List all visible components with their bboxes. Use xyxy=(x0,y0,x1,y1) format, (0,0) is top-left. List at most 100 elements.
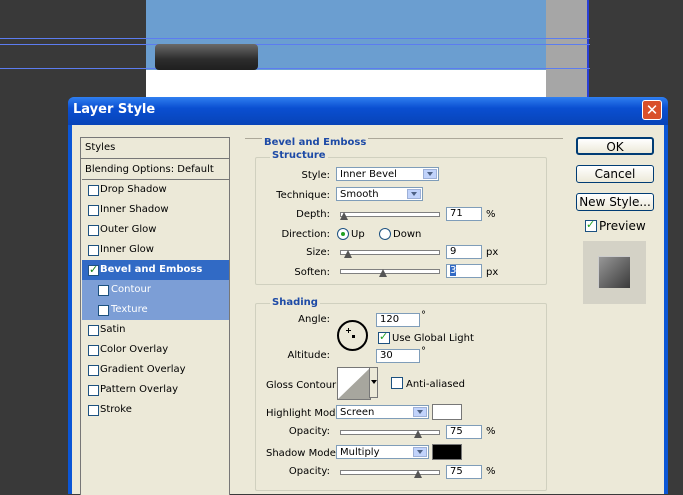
shadow-opacity-slider-track[interactable] xyxy=(340,470,440,475)
style-item-label: Stroke xyxy=(100,404,132,415)
depth-slider-track[interactable] xyxy=(340,212,440,217)
size-slider-thumb[interactable] xyxy=(343,250,352,258)
style-item[interactable]: Inner Glow xyxy=(82,240,229,260)
direction-up-label: Up xyxy=(351,229,365,240)
cancel-button[interactable]: Cancel xyxy=(576,165,654,183)
guide-line xyxy=(0,38,590,39)
style-item-label: Satin xyxy=(100,324,126,335)
depth-slider-thumb[interactable] xyxy=(340,212,348,220)
style-item-checkbox[interactable] xyxy=(88,365,99,376)
shadow-opacity-input[interactable]: 75 xyxy=(446,465,482,479)
style-item[interactable]: Inner Shadow xyxy=(82,200,229,220)
check-icon: ✓ xyxy=(586,218,596,231)
chevron-down-icon[interactable] xyxy=(413,407,427,417)
style-item-checkbox[interactable] xyxy=(88,325,99,336)
style-item[interactable]: Gradient Overlay xyxy=(82,360,229,380)
style-item-label: Contour xyxy=(111,284,151,295)
style-item[interactable]: Outer Glow xyxy=(82,220,229,240)
style-item[interactable]: Blending Options: Default xyxy=(82,160,229,180)
size-label: Size: xyxy=(306,247,330,258)
altitude-label: Altitude: xyxy=(287,350,330,361)
chevron-down-icon[interactable] xyxy=(423,169,437,179)
depth-input[interactable]: 71 xyxy=(446,207,482,221)
guide-line xyxy=(0,44,590,45)
shadow-opacity-slider-thumb[interactable] xyxy=(413,470,422,478)
title-bar[interactable] xyxy=(68,97,668,125)
angle-dial[interactable] xyxy=(337,320,368,351)
angle-input[interactable]: 120 xyxy=(376,313,420,327)
style-item[interactable]: Contour xyxy=(82,280,229,300)
crosshair-icon xyxy=(346,328,351,333)
style-item-checkbox[interactable]: ✓ xyxy=(88,263,99,276)
style-item-checkbox[interactable] xyxy=(88,405,99,416)
anti-aliased-checkbox[interactable] xyxy=(391,377,403,389)
style-item-checkbox[interactable] xyxy=(88,225,99,236)
direction-up-radio[interactable] xyxy=(337,228,349,240)
style-item-label: Drop Shadow xyxy=(100,184,167,195)
style-item[interactable]: Texture xyxy=(82,300,229,320)
soften-slider-thumb[interactable] xyxy=(379,269,388,277)
preview-checkbox[interactable]: ✓ xyxy=(585,218,597,232)
canvas-area-white xyxy=(146,70,546,100)
section-title: Bevel and Emboss xyxy=(262,137,369,148)
soften-slider-track[interactable] xyxy=(340,269,440,274)
new-style-button[interactable]: New Style... xyxy=(576,193,654,211)
shadow-color-swatch[interactable] xyxy=(432,444,462,460)
style-item-checkbox[interactable] xyxy=(88,185,99,196)
soften-label: Soften: xyxy=(294,267,330,278)
ok-button[interactable]: OK xyxy=(576,137,654,155)
styles-header-label: Styles xyxy=(85,142,116,153)
chevron-down-icon[interactable] xyxy=(407,189,421,199)
highlight-opacity-slider-track[interactable] xyxy=(340,430,440,435)
styles-header[interactable]: Styles xyxy=(80,137,230,159)
style-value: Inner Bevel xyxy=(340,169,397,180)
use-global-light-checkbox[interactable]: ✓ xyxy=(378,330,390,344)
style-item-checkbox[interactable] xyxy=(88,245,99,256)
highlight-mode-select[interactable]: Screen xyxy=(336,405,429,419)
shadow-mode-select[interactable]: Multiply xyxy=(336,445,429,459)
altitude-unit: ° xyxy=(421,346,426,357)
guide-line xyxy=(587,0,589,100)
highlight-opacity-slider-thumb[interactable] xyxy=(413,430,422,438)
style-item[interactable]: Pattern Overlay xyxy=(82,380,229,400)
style-item-checkbox[interactable] xyxy=(98,305,109,316)
direction-down-label: Down xyxy=(393,229,422,240)
style-item[interactable]: Color Overlay xyxy=(82,340,229,360)
chevron-down-icon[interactable] xyxy=(413,447,427,457)
style-item-checkbox[interactable] xyxy=(88,345,99,356)
style-select[interactable]: Inner Bevel xyxy=(336,167,439,181)
style-item-label: Gradient Overlay xyxy=(100,364,186,375)
depth-label: Depth: xyxy=(296,209,330,220)
highlight-opacity-unit: % xyxy=(486,426,496,437)
highlight-opacity-input[interactable]: 75 xyxy=(446,425,482,439)
soften-input[interactable]: 3 xyxy=(446,264,482,278)
check-icon: ✓ xyxy=(379,330,389,343)
gloss-contour-preview[interactable] xyxy=(337,367,371,400)
angle-unit: ° xyxy=(421,310,426,321)
angle-label: Angle: xyxy=(298,314,330,325)
gloss-contour-dropdown[interactable] xyxy=(369,367,378,398)
technique-value: Smooth xyxy=(340,189,379,200)
size-input[interactable]: 9 xyxy=(446,245,482,259)
altitude-input[interactable]: 30 xyxy=(376,349,420,363)
close-icon[interactable]: ✕ xyxy=(642,100,662,120)
highlight-color-swatch[interactable] xyxy=(432,404,462,420)
check-icon: ✓ xyxy=(89,263,99,276)
style-item-checkbox[interactable] xyxy=(88,205,99,216)
style-item[interactable]: Stroke xyxy=(82,400,229,420)
anti-aliased-label: Anti-aliased xyxy=(406,379,466,390)
technique-select[interactable]: Smooth xyxy=(336,187,423,201)
size-unit: px xyxy=(486,247,499,258)
shadow-opacity-unit: % xyxy=(486,466,496,477)
style-item-checkbox[interactable] xyxy=(88,385,99,396)
style-item-checkbox[interactable] xyxy=(98,285,109,296)
highlight-mode-value: Screen xyxy=(340,407,375,418)
style-item[interactable]: Satin xyxy=(82,320,229,340)
style-item-label: Texture xyxy=(111,304,148,315)
style-item[interactable]: Drop Shadow xyxy=(82,180,229,200)
direction-down-radio[interactable] xyxy=(379,228,391,240)
size-slider-track[interactable] xyxy=(340,250,440,255)
style-item-label: Bevel and Emboss xyxy=(100,264,203,275)
style-label: Style: xyxy=(301,170,331,181)
style-item[interactable]: ✓ Bevel and Emboss xyxy=(82,260,229,280)
